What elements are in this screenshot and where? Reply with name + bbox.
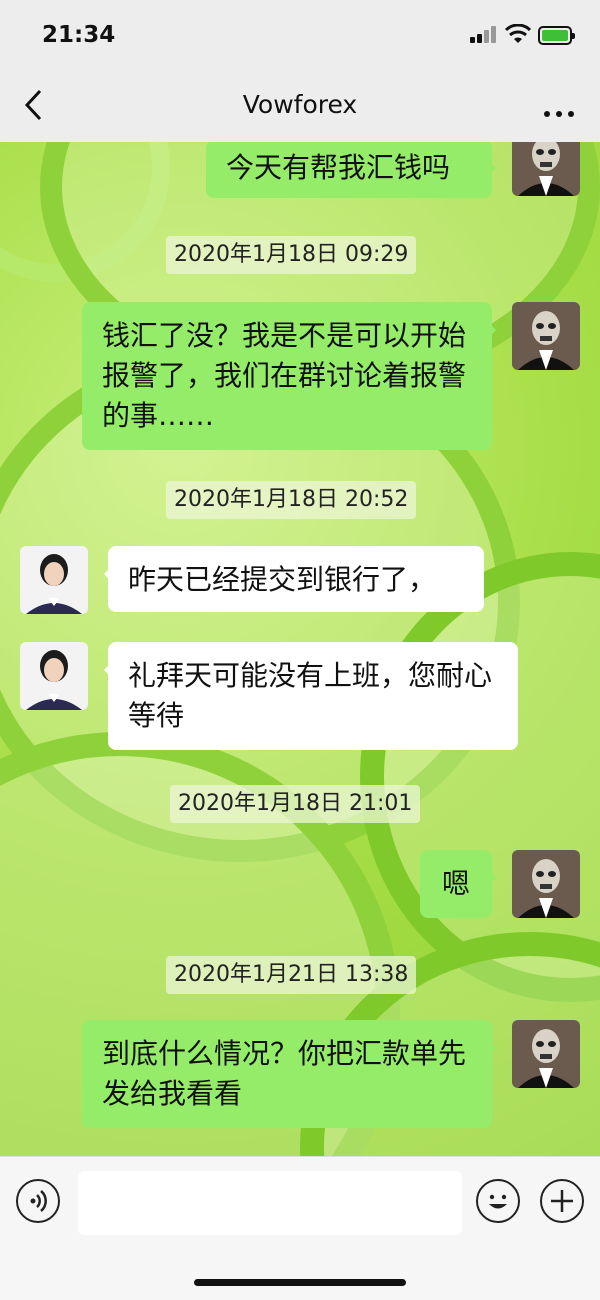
plus-icon[interactable]	[540, 1179, 584, 1223]
wifi-icon	[505, 24, 531, 43]
timestamp-label: 2020年1月18日 21:01	[170, 785, 421, 823]
cellular-signal-icon	[470, 26, 496, 43]
more-dots-icon[interactable]	[538, 102, 574, 121]
my-message-bubble[interactable]: 到底什么情况？你把汇款单先发给我看看	[82, 1020, 496, 1128]
timestamp-label: 2020年1月18日 09:29	[166, 236, 417, 274]
my-avatar[interactable]	[512, 142, 580, 196]
my-message-bubble[interactable]: 嗯	[420, 850, 496, 918]
battery-icon	[538, 26, 575, 45]
status-time: 21:34	[42, 22, 116, 48]
chat-area[interactable]: 今天有帮我汇钱吗 2020年1月18日 09:29 钱汇了没？我是不是可以开始报…	[0, 142, 600, 1156]
chat-title: Vowforex	[242, 90, 358, 119]
voice-icon[interactable]	[16, 1179, 60, 1223]
status-bar: 21:34	[0, 0, 600, 70]
my-avatar[interactable]	[512, 1020, 580, 1088]
contact-avatar[interactable]	[20, 642, 88, 710]
contact-message-bubble[interactable]: 礼拜天可能没有上班，您耐心等待	[104, 642, 518, 750]
timestamp-label: 2020年1月18日 20:52	[166, 481, 417, 519]
my-message-bubble[interactable]: 今天有帮我汇钱吗	[206, 142, 496, 198]
emoji-icon[interactable]	[476, 1179, 520, 1223]
contact-message-bubble[interactable]: 昨天已经提交到银行了，	[104, 546, 484, 612]
message-input[interactable]	[78, 1171, 462, 1235]
my-message-bubble[interactable]: 钱汇了没？我是不是可以开始报警了，我们在群讨论着报警的事……	[82, 302, 496, 450]
contact-avatar[interactable]	[20, 546, 88, 614]
timestamp-label: 2020年1月21日 13:38	[166, 956, 417, 994]
home-indicator[interactable]	[194, 1279, 406, 1286]
my-avatar[interactable]	[512, 850, 580, 918]
my-avatar[interactable]	[512, 302, 580, 370]
nav-bar: Vowforex	[0, 70, 600, 142]
